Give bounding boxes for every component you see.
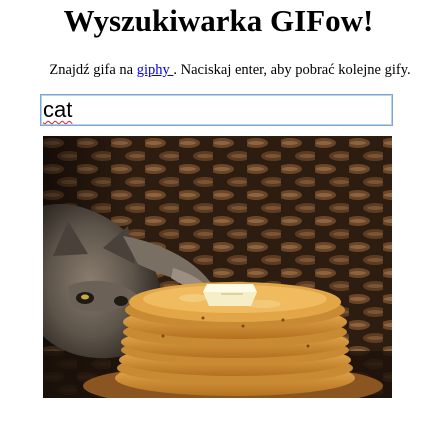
description-before: Znajdź gifa na <box>49 62 137 78</box>
gif-illustration <box>43 136 392 398</box>
description-after: . Naciskaj enter, aby pobrać kolejne gif… <box>173 62 411 78</box>
gif-image <box>43 136 392 398</box>
search-value: cat <box>43 97 73 122</box>
page-title: Wyszukiwarka GIFow! <box>63 3 374 38</box>
butter-pat <box>203 284 257 306</box>
page-description: Znajdź gifa na giphy . Naciskaj enter, a… <box>0 61 437 79</box>
search-input[interactable]: cat <box>40 94 393 126</box>
giphy-link[interactable]: giphy <box>137 62 174 78</box>
